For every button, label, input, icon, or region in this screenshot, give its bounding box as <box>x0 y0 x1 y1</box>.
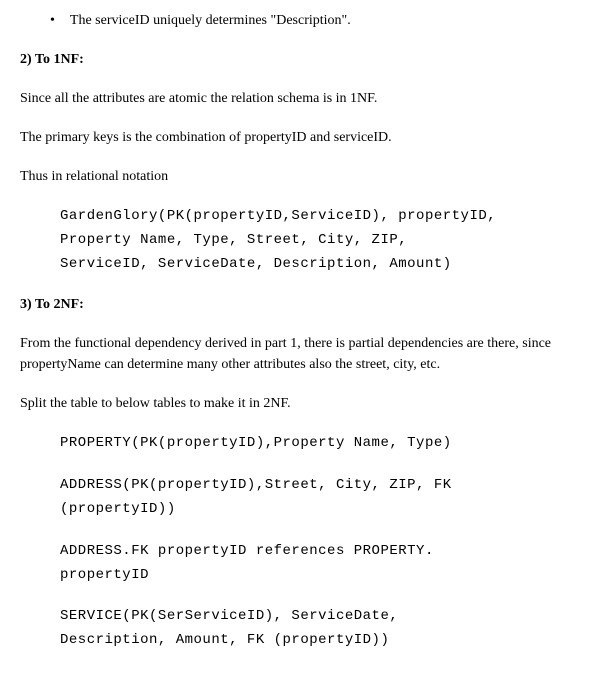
code-line: ADDRESS.FK propertyID references PROPERT… <box>60 540 584 564</box>
bullet-marker: • <box>50 10 55 31</box>
code-line: SERVICE(PK(SerServiceID), ServiceDate, <box>60 605 584 629</box>
code-line: Property Name, Type, Street, City, ZIP, <box>60 229 584 253</box>
heading-1nf: 2) To 1NF: <box>20 49 584 70</box>
code-line: ServiceID, ServiceDate, Description, Amo… <box>60 253 584 277</box>
code-line: PROPERTY(PK(propertyID),Property Name, T… <box>60 432 584 456</box>
code-line: GardenGlory(PK(propertyID,ServiceID), pr… <box>60 205 584 229</box>
code-line: Description, Amount, FK (propertyID)) <box>60 629 584 653</box>
code-line: (propertyID)) <box>60 498 584 522</box>
bullet-item: • The serviceID uniquely determines "Des… <box>50 10 584 31</box>
paragraph: The primary keys is the combination of p… <box>20 127 584 148</box>
paragraph: Thus in relational notation <box>20 166 584 187</box>
code-block-gardenglory: GardenGlory(PK(propertyID,ServiceID), pr… <box>60 205 584 276</box>
paragraph: Split the table to below tables to make … <box>20 393 584 414</box>
code-block-property: PROPERTY(PK(propertyID),Property Name, T… <box>60 432 584 456</box>
code-block-service: SERVICE(PK(SerServiceID), ServiceDate, D… <box>60 605 584 653</box>
code-line: ADDRESS(PK(propertyID),Street, City, ZIP… <box>60 474 584 498</box>
heading-2nf: 3) To 2NF: <box>20 294 584 315</box>
bullet-text: The serviceID uniquely determines "Descr… <box>70 10 351 31</box>
code-block-address-fk: ADDRESS.FK propertyID references PROPERT… <box>60 540 584 588</box>
code-line: propertyID <box>60 564 584 588</box>
paragraph: From the functional dependency derived i… <box>20 333 584 375</box>
code-block-address: ADDRESS(PK(propertyID),Street, City, ZIP… <box>60 474 584 522</box>
paragraph: Since all the attributes are atomic the … <box>20 88 584 109</box>
